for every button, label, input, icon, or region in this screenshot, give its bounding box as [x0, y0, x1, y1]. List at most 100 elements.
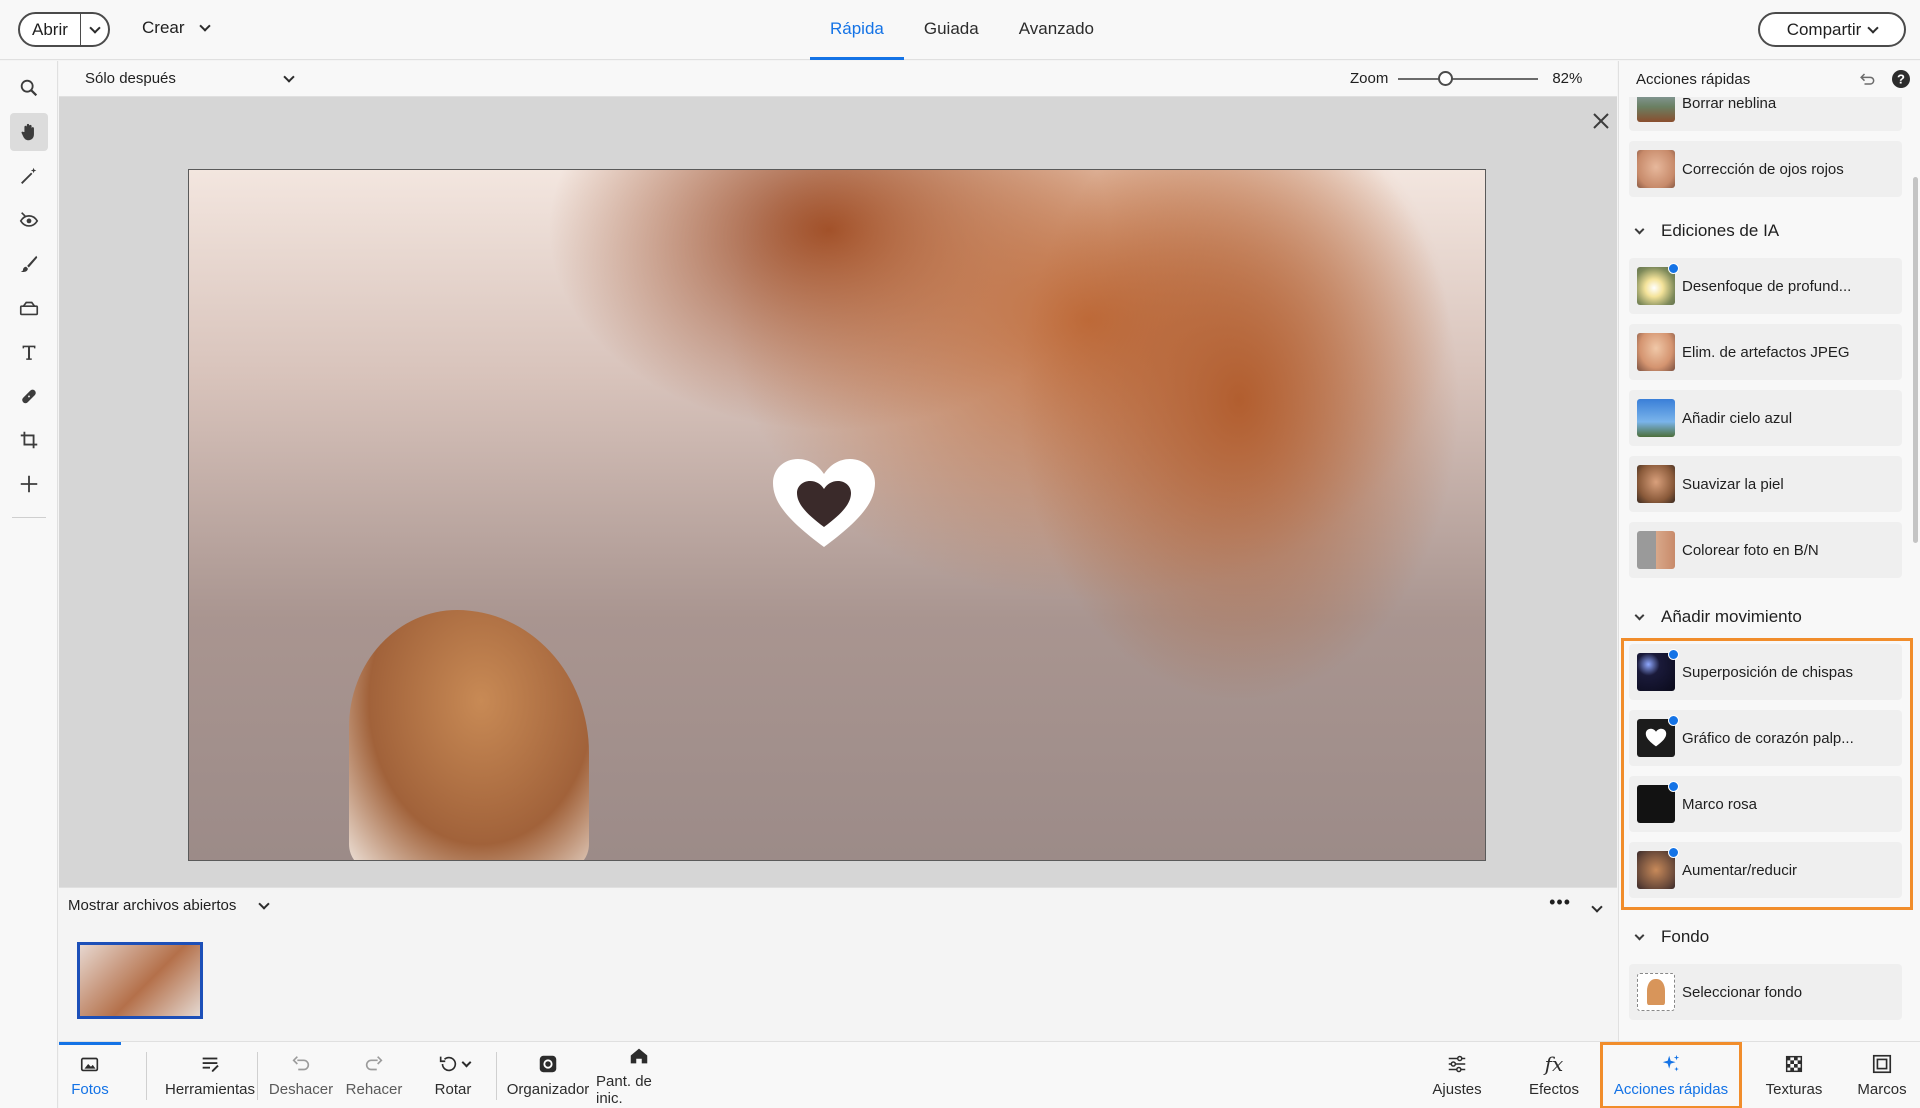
chevron-down-icon: [88, 21, 101, 34]
photos-icon: [80, 1057, 99, 1072]
effects-button[interactable]: fx Efectos: [1521, 1042, 1587, 1108]
help-icon[interactable]: ?: [1891, 69, 1911, 89]
home-icon: [630, 1048, 648, 1063]
photo-thumbnail[interactable]: [77, 942, 203, 1019]
frames-button[interactable]: Marcos: [1852, 1042, 1912, 1108]
qa-item-ojos-rojos[interactable]: Corrección de ojos rojos: [1629, 141, 1902, 197]
adjustments-button[interactable]: Ajustes: [1427, 1042, 1487, 1108]
spot-healing-tool[interactable]: [10, 377, 48, 415]
rotate-button[interactable]: Rotar: [419, 1042, 487, 1108]
tool-options-label: Herramientas: [164, 1081, 256, 1098]
tab-avanzado[interactable]: Avanzado: [999, 0, 1114, 60]
quick-actions-button[interactable]: Acciones rápidas: [1600, 1042, 1742, 1108]
create-label: Crear: [142, 18, 185, 37]
qa-item-marco-rosa[interactable]: Marco rosa: [1629, 776, 1902, 832]
edited-photo[interactable]: [188, 169, 1486, 861]
qa-item-label: Añadir cielo azul: [1682, 409, 1793, 427]
open-button[interactable]: Abrir: [18, 12, 110, 47]
frames-icon: [1872, 1054, 1892, 1074]
qa-item-jpeg[interactable]: Elim. de artefactos JPEG: [1629, 324, 1902, 380]
home-screen-label: Pant. de inic.: [596, 1072, 652, 1107]
red-eye-tool[interactable]: [10, 201, 48, 239]
whiten-teeth-tool[interactable]: [10, 245, 48, 283]
bottom-divider: [496, 1052, 497, 1100]
qa-item-aumentar[interactable]: Aumentar/reducir: [1629, 842, 1902, 898]
zoom-tool[interactable]: [10, 69, 48, 107]
qa-item-label: Aumentar/reducir: [1682, 861, 1798, 879]
show-open-files-label: Mostrar archivos abiertos: [68, 897, 237, 914]
qa-item-desenfoque[interactable]: Desenfoque de profund...: [1629, 258, 1902, 314]
redo-button[interactable]: Rehacer: [341, 1042, 407, 1108]
zoom-slider-handle[interactable]: [1437, 70, 1453, 86]
quick-selection-tool[interactable]: [10, 157, 48, 195]
undo-label: Deshacer: [268, 1081, 334, 1098]
share-button[interactable]: Compartir: [1758, 12, 1906, 47]
section-ai-edits[interactable]: Ediciones de IA: [1634, 221, 1779, 241]
organizer-label: Organizador: [506, 1081, 590, 1098]
straighten-tool[interactable]: [10, 289, 48, 327]
zoom-slider[interactable]: [1398, 70, 1539, 86]
qa-item-chispas[interactable]: Superposición de chispas: [1629, 644, 1902, 700]
tool-options-icon: [202, 1057, 219, 1072]
heart-icon: [773, 459, 875, 547]
textures-label: Texturas: [1765, 1081, 1823, 1098]
panel-title: Acciones rápidas: [1636, 70, 1751, 88]
panel-scrollbar[interactable]: [1913, 177, 1918, 543]
zoom-control: Zoom 82%: [1350, 70, 1582, 87]
brush-icon: [20, 255, 38, 273]
zoom-label: Zoom: [1350, 70, 1389, 87]
more-options-icon[interactable]: •••: [1549, 892, 1571, 913]
smooth-skin-thumbnail-icon: [1637, 465, 1675, 503]
qa-item-suavizar-piel[interactable]: Suavizar la piel: [1629, 456, 1902, 512]
mode-tabs: Rápida Guiada Avanzado: [810, 0, 1114, 60]
chevron-down-icon: [1634, 610, 1645, 620]
tab-guiada[interactable]: Guiada: [904, 0, 999, 60]
chevron-down-icon[interactable]: [461, 1057, 471, 1067]
tab-rapida[interactable]: Rápida: [810, 0, 904, 60]
new-badge: [1668, 263, 1679, 274]
undo-button[interactable]: Deshacer: [267, 1042, 335, 1108]
organizer-button[interactable]: Organizador: [507, 1042, 589, 1108]
tools-divider: [12, 517, 46, 518]
bottom-bar: Fotos Herramientas Deshacer Rehacer Rota…: [59, 1041, 1920, 1108]
collapse-bin-toggle[interactable]: [1591, 898, 1603, 915]
share-label: Compartir: [1786, 19, 1862, 39]
bottom-divider: [146, 1052, 147, 1100]
tools-panel: [0, 61, 58, 1108]
show-open-files-select[interactable]: Mostrar archivos abiertos: [68, 897, 271, 914]
rotate-icon: [439, 1056, 456, 1072]
section-background[interactable]: Fondo: [1634, 927, 1709, 947]
qa-item-corazon[interactable]: Gráfico de corazón palp...: [1629, 710, 1902, 766]
chevron-down-icon: [1634, 224, 1645, 234]
crop-tool[interactable]: [10, 421, 48, 459]
rotate-label: Rotar: [434, 1081, 472, 1098]
new-badge: [1668, 781, 1679, 792]
photo-bin-button[interactable]: Fotos: [59, 1042, 121, 1108]
home-screen-button[interactable]: Pant. de inic.: [596, 1042, 682, 1108]
photo-bin: [59, 921, 1617, 1041]
tool-options-button[interactable]: Herramientas: [156, 1042, 264, 1108]
zoom-inout-thumbnail-icon: [1637, 847, 1679, 889]
textures-button[interactable]: Texturas: [1756, 1042, 1832, 1108]
options-bar: Sólo después Zoom 82%: [59, 61, 1617, 97]
open-dropdown-toggle[interactable]: [81, 21, 108, 34]
hand-tool[interactable]: [10, 113, 48, 151]
bottom-divider: [257, 1052, 258, 1100]
sparkle-overlay-thumbnail-icon: [1637, 649, 1679, 691]
photos-label: Fotos: [71, 1081, 109, 1098]
qa-item-seleccionar-fondo[interactable]: Seleccionar fondo: [1629, 964, 1902, 1020]
qa-item-colorear[interactable]: Colorear foto en B/N: [1629, 522, 1902, 578]
qa-item-label: Corrección de ojos rojos: [1682, 160, 1844, 178]
close-icon[interactable]: [1591, 111, 1611, 131]
canvas-area[interactable]: [59, 97, 1617, 887]
move-tool[interactable]: [10, 465, 48, 503]
view-select[interactable]: Sólo después: [85, 70, 295, 87]
qa-item-label: Desenfoque de profund...: [1682, 277, 1852, 295]
create-menu-button[interactable]: Crear: [142, 18, 211, 38]
qa-item-cielo-azul[interactable]: Añadir cielo azul: [1629, 390, 1902, 446]
reset-icon[interactable]: [1857, 69, 1877, 89]
text-tool[interactable]: [10, 333, 48, 371]
photo-dog: [349, 610, 589, 860]
section-add-motion[interactable]: Añadir movimiento: [1634, 607, 1802, 627]
new-badge: [1668, 715, 1679, 726]
